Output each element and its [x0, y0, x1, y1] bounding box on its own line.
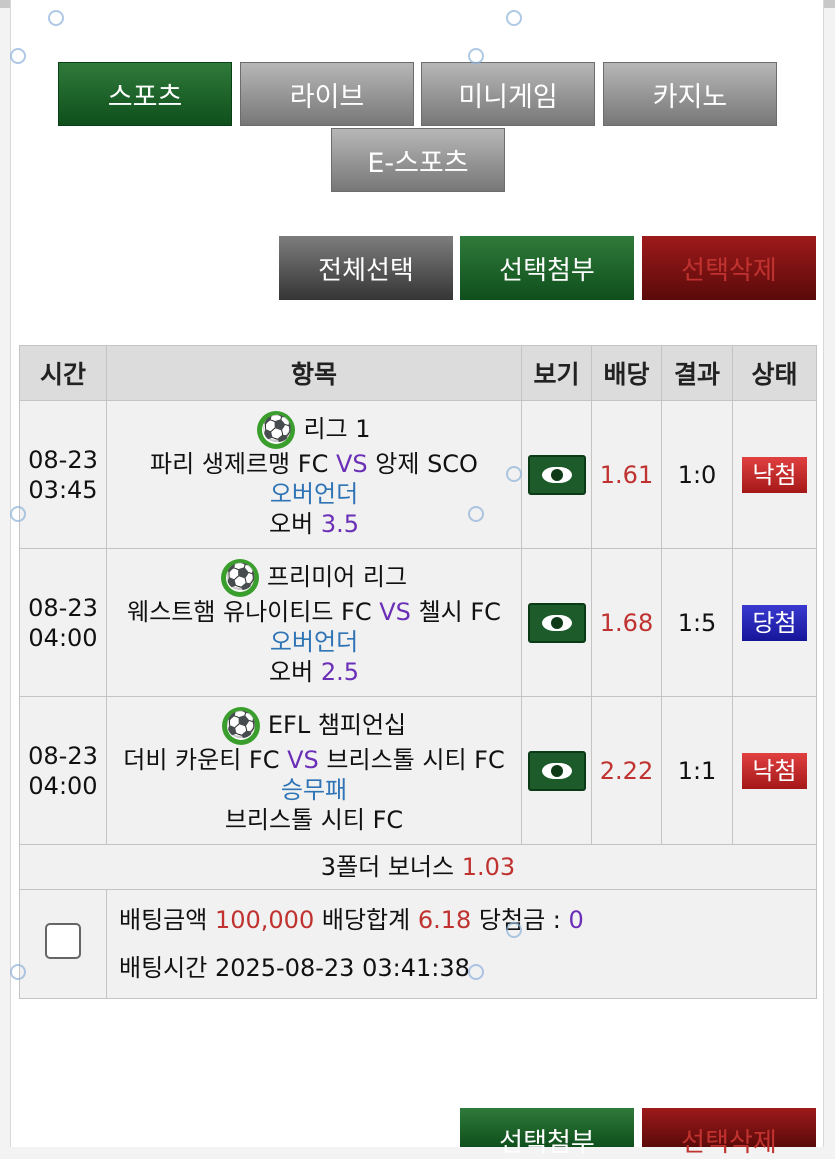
tab-casino[interactable]: 카지노 [603, 62, 777, 126]
bet-amount: 100,000 [214, 906, 315, 934]
watermark-icon [506, 10, 522, 26]
match-time: 08-23 04:00 [19, 696, 107, 845]
match-result: 1:1 [661, 696, 733, 845]
bet-time: 2025-08-23 03:41:38 [214, 954, 470, 982]
match-result: 1:0 [661, 400, 733, 549]
attach-selected-button-bottom[interactable]: 선택첨부 [460, 1108, 634, 1158]
table-row: 08-2304:00 EFL 챔피언십 더비 카운티 FC VS 브리스톨 시티… [19, 696, 817, 845]
view-eye-icon[interactable] [527, 454, 586, 495]
soccer-ball-icon [257, 410, 296, 449]
line-value: 2.5 [320, 657, 359, 686]
watermark-icon [506, 466, 522, 482]
league-name: 프리미어 리그 [266, 562, 408, 591]
delete-selected-button-bottom[interactable]: 선택삭제 [642, 1108, 816, 1158]
league-name: EFL 챔피언십 [267, 710, 407, 739]
bet-summary-row: 배팅금액 100,000 배당합계 6.18 당첨금 : 0 배팅시간 2025… [19, 889, 817, 999]
soccer-ball-icon [220, 558, 259, 597]
pick-label: 오버 [269, 657, 314, 686]
delete-selected-button[interactable]: 선택삭제 [642, 236, 816, 300]
away-team: 첼시 FC [418, 597, 501, 626]
market-type: 승무패 [280, 775, 348, 804]
home-team: 더비 카운티 FC [123, 745, 280, 774]
winnings-value: 0 [568, 906, 584, 934]
bet-amount-label: 배팅금액 [119, 906, 208, 934]
away-team: 브리스톨 시티 FC [326, 745, 505, 774]
watermark-icon [506, 922, 522, 938]
select-all-button[interactable]: 전체선택 [279, 236, 453, 300]
bonus-label: 3폴더 보너스 [320, 853, 455, 881]
status-badge: 당첨 [742, 604, 807, 641]
header-view: 보기 [521, 345, 592, 401]
table-header: 시간 항목 보기 배당 결과 상태 [19, 345, 817, 401]
total-odds-label: 배당합계 [321, 906, 411, 934]
watermark-icon [468, 506, 484, 522]
vs-label: VS [379, 597, 411, 626]
tab-live[interactable]: 라이브 [240, 62, 414, 126]
header-result: 결과 [661, 345, 733, 401]
match-result: 1:5 [661, 548, 733, 697]
watermark-icon [10, 506, 26, 522]
vs-label: VS [287, 745, 319, 774]
header-time: 시간 [19, 345, 107, 401]
home-team: 파리 생제르맹 FC [150, 449, 329, 478]
watermark-icon [468, 48, 484, 64]
status-badge: 낙첨 [742, 456, 807, 493]
league-name: 리그 1 [303, 414, 371, 443]
view-eye-icon[interactable] [527, 602, 586, 643]
vs-label: VS [335, 449, 368, 478]
attach-selected-button[interactable]: 선택첨부 [460, 236, 634, 300]
table-row: 08-2303:45 리그 1 파리 생제르맹 FC VS 앙제 SCO 오버언… [19, 400, 817, 549]
odds-value: 2.22 [591, 696, 662, 845]
line-value: 3.5 [320, 509, 359, 538]
bonus-value: 1.03 [461, 853, 516, 881]
market-type: 오버언더 [269, 627, 359, 656]
soccer-ball-icon [221, 706, 260, 745]
match-info: 프리미어 리그 웨스트햄 유나이티드 FC VS 첼시 FC 오버언더 오버 2… [106, 548, 522, 697]
match-time: 08-23 04:00 [19, 548, 107, 697]
bonus-row: 3폴더 보너스 1.03 [19, 844, 817, 890]
bet-time-label: 배팅시간 [119, 954, 208, 982]
pick-label: 오버 [269, 509, 314, 538]
select-checkbox[interactable] [45, 922, 81, 959]
watermark-icon [10, 964, 26, 980]
header-item: 항목 [106, 345, 522, 401]
pick-label: 브리스톨 시티 FC [224, 805, 404, 834]
tab-esports[interactable]: E-스포츠 [331, 128, 505, 192]
watermark-icon [468, 964, 484, 980]
bet-history-table: 시간 항목 보기 배당 결과 상태 08-2303:45 리그 1 파리 생제르… [19, 345, 817, 999]
watermark-icon [48, 10, 64, 26]
odds-value: 1.61 [591, 400, 662, 549]
match-time: 08-23 03:45 [19, 400, 107, 549]
header-odds: 배당 [591, 345, 662, 401]
tab-sports[interactable]: 스포츠 [58, 62, 232, 126]
header-status: 상태 [732, 345, 817, 401]
watermark-icon [10, 48, 26, 64]
match-info: EFL 챔피언십 더비 카운티 FC VS 브리스톨 시티 FC 승무패 브리스… [106, 696, 522, 845]
table-row: 08-2304:00 프리미어 리그 웨스트햄 유나이티드 FC VS 첼시 F… [19, 548, 817, 697]
view-eye-icon[interactable] [527, 750, 586, 791]
status-badge: 낙첨 [742, 752, 807, 789]
market-type: 오버언더 [269, 479, 359, 508]
odds-value: 1.68 [591, 548, 662, 697]
tab-minigame[interactable]: 미니게임 [421, 62, 595, 126]
total-odds: 6.18 [417, 906, 472, 934]
home-team: 웨스트햄 유나이티드 FC [127, 597, 372, 626]
match-info: 리그 1 파리 생제르맹 FC VS 앙제 SCO 오버언더 오버 3.5 [106, 400, 522, 549]
away-team: 앙제 SCO [375, 449, 478, 478]
